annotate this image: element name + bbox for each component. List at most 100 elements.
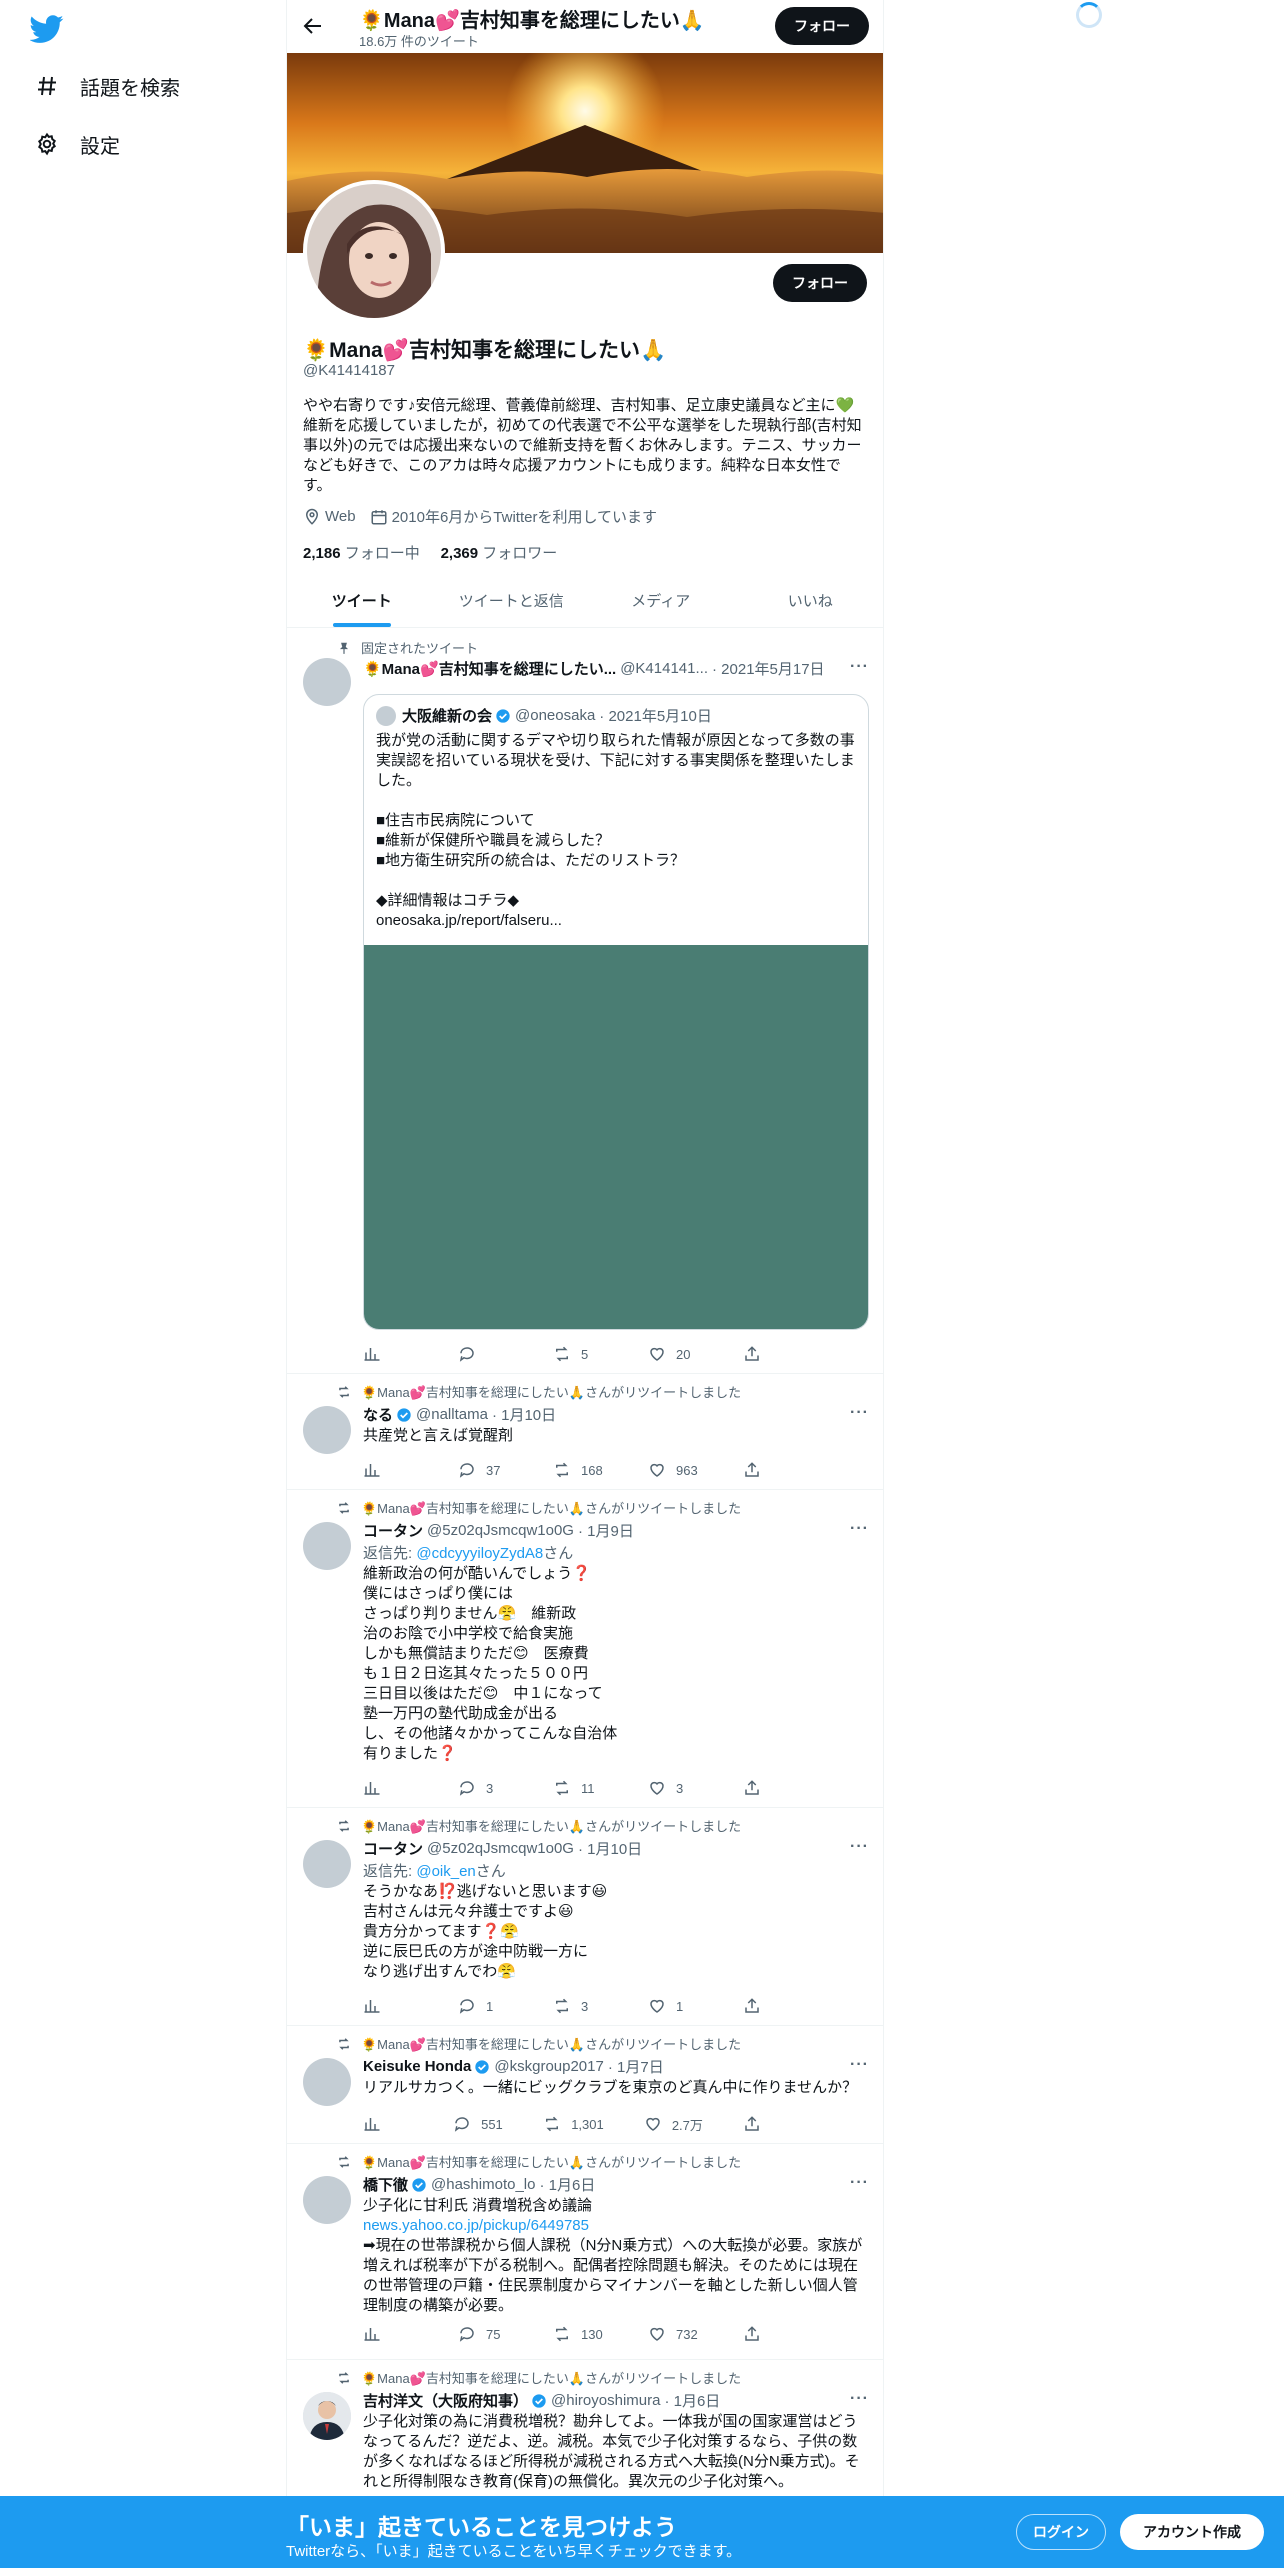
tweet-author-name[interactable]: 🌻Mana💕吉村知事を総理にしたい... <box>363 658 616 679</box>
reply-icon <box>459 1347 474 1362</box>
twitter-logo-icon[interactable] <box>30 12 64 46</box>
reply-button[interactable]: 551 <box>453 2114 503 2134</box>
tab-media[interactable]: メディア <box>586 574 736 627</box>
following-link[interactable]: 2,186 フォロー中 <box>303 545 420 562</box>
like-button[interactable]: 1 <box>648 1996 698 2016</box>
tweet-author-handle[interactable]: @kskgroup2017 <box>494 2058 603 2075</box>
reply-button[interactable]: 1 <box>458 1996 508 2016</box>
nav-settings[interactable]: 設定 <box>34 124 120 164</box>
tweet-link[interactable]: news.yahoo.co.jp/pickup/6449785 <box>363 2216 871 2236</box>
analytics-button[interactable] <box>363 2324 413 2344</box>
more-options-icon[interactable]: ··· <box>850 658 869 676</box>
retweeted-tweet[interactable]: 🌻Mana💕吉村知事を総理にしたい🙏さんがリツイートしました Keisuke H… <box>287 2026 883 2144</box>
retweeted-tweet[interactable]: 🌻Mana💕吉村知事を総理にしたい🙏さんがリツイートしました コータン @5z0… <box>287 1490 883 1808</box>
retweet-button[interactable]: 11 <box>553 1778 603 1798</box>
analytics-button[interactable] <box>363 1344 413 1364</box>
tweet-author-handle[interactable]: @hashimoto_lo <box>431 2176 535 2193</box>
tweet-author-avatar[interactable] <box>303 1406 351 1454</box>
tweet-author-name[interactable]: コータン <box>363 1838 423 1859</box>
tweet-text: リアルサカつく。一緒にビッグクラブを東京のど真ん中に作りませんか？ <box>363 2079 858 2096</box>
tweet-author-avatar[interactable] <box>303 2392 351 2440</box>
more-options-icon[interactable]: ··· <box>850 1838 869 1856</box>
retweeted-tweet[interactable]: 🌻Mana💕吉村知事を総理にしたい🙏さんがリツイートしました 橋下徹 @hash… <box>287 2144 883 2360</box>
analytics-button[interactable] <box>363 2114 413 2134</box>
share-icon <box>745 2326 759 2341</box>
profile-avatar[interactable] <box>303 180 445 322</box>
tweet-date[interactable]: · 1月9日 <box>578 1520 634 1541</box>
signup-prompt-title: 「いま」起きていることを見つけよう <box>286 2514 677 2540</box>
share-button[interactable] <box>743 1996 793 2016</box>
login-button[interactable]: ログイン <box>1016 2514 1106 2550</box>
tweet-author-name[interactable]: 橋下徹 <box>363 2174 408 2195</box>
tweet-author-avatar[interactable] <box>303 2058 351 2106</box>
more-options-icon[interactable]: ··· <box>850 1404 869 1422</box>
heart-icon <box>650 1999 664 2013</box>
tweet-author-name[interactable]: Keisuke Honda <box>363 2058 471 2075</box>
followers-link[interactable]: 2,369 フォロワー <box>441 545 558 562</box>
tab-tweets-and-replies[interactable]: ツイートと返信 <box>437 574 587 627</box>
quoted-media-image[interactable] <box>364 945 868 1329</box>
tweet-author-avatar[interactable] <box>303 658 351 706</box>
reply-to-handle[interactable]: @cdcyyyiloyZydA8 <box>416 1545 543 1562</box>
pinned-tweet[interactable]: 固定されたツイート 🌻Mana💕吉村知事を総理にしたい... @K414141.… <box>287 628 883 1374</box>
like-button[interactable]: 963 <box>648 1460 698 1480</box>
tweet-author-avatar[interactable] <box>303 1840 351 1888</box>
tweet-author-name[interactable]: コータン <box>363 1520 423 1541</box>
tweet-author-handle[interactable]: @5z02qJsmcqw1o0G <box>427 1840 574 1857</box>
tweet-author-handle[interactable]: @5z02qJsmcqw1o0G <box>427 1522 574 1539</box>
profile-follow-button[interactable]: フォロー <box>773 264 867 302</box>
analytics-button[interactable] <box>363 1996 413 2016</box>
tweet-date[interactable]: · 1月10日 <box>578 1838 642 1859</box>
more-options-icon[interactable]: ··· <box>850 2174 869 2192</box>
tweet-date[interactable]: · 1月6日 <box>664 2390 720 2411</box>
more-options-icon[interactable]: ··· <box>850 1520 869 1538</box>
reply-button[interactable]: 37 <box>458 1460 508 1480</box>
tweet-text: そうかなあ⁉️逃げないと思います😃 吉村さんは元々弁護士ですよ😃 貴方分かってま… <box>363 1883 608 1980</box>
retweet-button[interactable]: 3 <box>553 1996 603 2016</box>
signup-button[interactable]: アカウント作成 <box>1120 2514 1264 2550</box>
reply-button[interactable]: 3 <box>458 1778 508 1798</box>
retweeted-tweet[interactable]: 🌻Mana💕吉村知事を総理にしたい🙏さんがリツイートしました なる @nallt… <box>287 1374 883 1490</box>
share-button[interactable] <box>743 2324 793 2344</box>
reply-to-handle[interactable]: @oik_en <box>416 1863 475 1880</box>
like-count: 20 <box>676 1346 691 1362</box>
nav-explore[interactable]: 話題を検索 <box>34 66 180 106</box>
retweet-button[interactable]: 1,301 <box>543 2114 604 2134</box>
back-arrow-icon[interactable] <box>301 14 325 38</box>
header-follow-button[interactable]: フォロー <box>775 7 869 45</box>
retweet-button[interactable]: 168 <box>553 1460 603 1480</box>
share-icon <box>745 1346 759 1361</box>
tweet-date[interactable]: · 1月10日 <box>492 1404 556 1425</box>
verified-badge-icon <box>397 1407 411 1422</box>
tweet-author-handle[interactable]: @nalltama <box>416 1406 488 1423</box>
tab-tweets[interactable]: ツイート <box>287 574 437 627</box>
tweet-date[interactable]: · 1月7日 <box>608 2056 664 2077</box>
tweet-author-name[interactable]: 吉村洋文（大阪府知事） <box>363 2390 528 2411</box>
share-button[interactable] <box>743 1460 793 1480</box>
reply-button[interactable] <box>458 1344 508 1364</box>
tweet-author-name[interactable]: なる <box>363 1404 393 1425</box>
retweeted-tweet[interactable]: 🌻Mana💕吉村知事を総理にしたい🙏さんがリツイートしました コータン @5z0… <box>287 1808 883 2026</box>
share-button[interactable] <box>743 2114 793 2134</box>
tweet-author-handle[interactable]: @hiroyoshimura <box>551 2392 660 2409</box>
tweet-author-avatar[interactable] <box>303 2176 351 2224</box>
tab-likes[interactable]: いいね <box>736 574 884 627</box>
tweet-date[interactable]: · 1月6日 <box>539 2174 595 2195</box>
retweet-button[interactable]: 5 <box>553 1344 603 1364</box>
quoted-tweet[interactable]: 大阪維新の会 @oneosaka · 2021年5月10日 我が党の活動に関する… <box>363 694 869 1330</box>
like-button[interactable]: 2.7万 <box>644 2114 703 2134</box>
more-options-icon[interactable]: ··· <box>850 2056 869 2074</box>
retweet-button[interactable]: 130 <box>553 2324 603 2344</box>
like-button[interactable]: 3 <box>648 1778 698 1798</box>
more-options-icon[interactable]: ··· <box>850 2390 869 2408</box>
share-button[interactable] <box>743 1344 793 1364</box>
analytics-button[interactable] <box>363 1778 413 1798</box>
like-button[interactable]: 20 <box>648 1344 698 1364</box>
reply-button[interactable]: 75 <box>458 2324 508 2344</box>
like-button[interactable]: 732 <box>648 2324 698 2344</box>
tweet-author-avatar[interactable] <box>303 1522 351 1570</box>
tweet-author-handle[interactable]: @K414141... <box>620 660 708 677</box>
share-button[interactable] <box>743 1778 793 1798</box>
analytics-button[interactable] <box>363 1460 413 1480</box>
tweet-date[interactable]: · 2021年5月17日 <box>712 658 825 679</box>
